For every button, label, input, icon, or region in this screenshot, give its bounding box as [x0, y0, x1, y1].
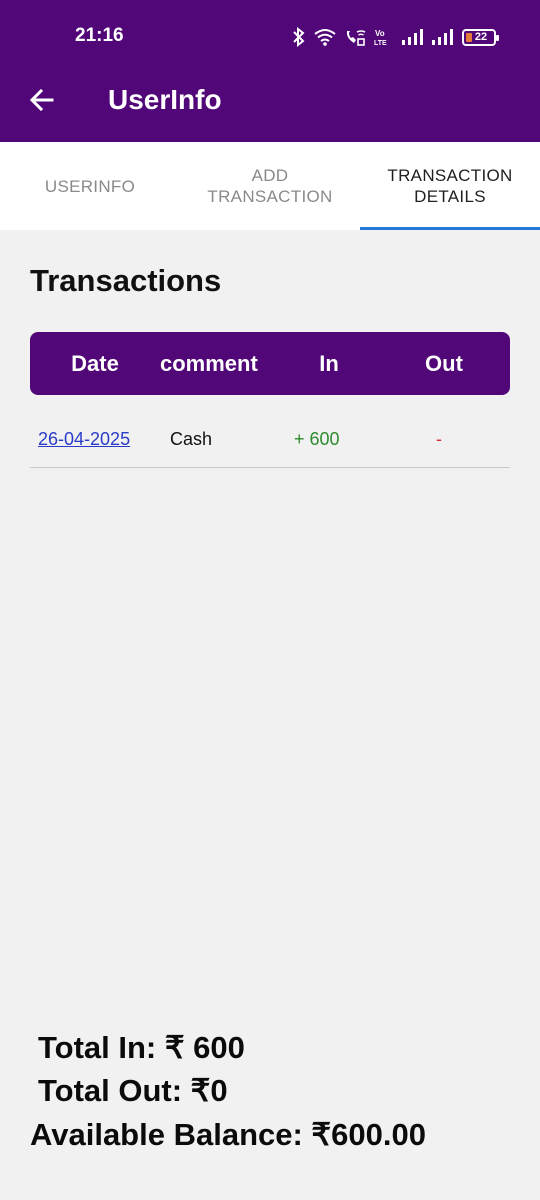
column-header-date: Date [71, 351, 119, 376]
wifi-icon [314, 29, 336, 46]
status-time: 21:16 [75, 25, 124, 46]
signal-icon [432, 29, 453, 45]
status-icons: Vo LTE 22 [292, 25, 499, 49]
arrow-left-icon [29, 88, 54, 112]
app-title: UserInfo [108, 84, 222, 115]
tab-userinfo[interactable]: USERINFO [0, 142, 180, 230]
tab-add-transaction[interactable]: ADD TRANSACTION [180, 142, 360, 230]
tab-transaction-details[interactable]: TRANSACTION DETAILS [360, 142, 540, 230]
column-header-out: Out [425, 351, 463, 376]
table-row: 26-04-2025 Cash + 600 - [30, 412, 510, 468]
transaction-date-link[interactable]: 26-04-2025 [38, 429, 130, 450]
tab-bar: USERINFO ADD TRANSACTION TRANSACTION DET… [0, 142, 540, 230]
table-header: Date comment In Out [30, 332, 510, 395]
battery-level: 22 [474, 31, 488, 43]
volte-icon: Vo LTE [374, 29, 387, 46]
transaction-in: + 600 [294, 429, 340, 449]
transaction-out: - [436, 429, 442, 449]
bluetooth-icon [293, 27, 305, 47]
svg-text:Vo: Vo [375, 29, 385, 38]
column-header-in: In [319, 351, 339, 376]
total-out: Total Out: ₹0 [38, 1073, 228, 1108]
svg-text:LTE: LTE [374, 40, 387, 46]
total-in: Total In: ₹ 600 [38, 1030, 245, 1065]
transaction-comment: Cash [170, 429, 213, 449]
app-bar: 21:16 Vo LTE 22 UserInfo [0, 0, 540, 142]
battery-icon: 22 [462, 28, 499, 46]
tab-label: USERINFO [44, 176, 136, 196]
tab-label: TRANSACTION DETAILS [387, 166, 513, 206]
available-balance: Available Balance: ₹600.00 [30, 1117, 426, 1152]
column-header-comment: comment [160, 351, 258, 376]
wifi-calling-icon [346, 30, 366, 46]
back-button[interactable] [22, 80, 62, 120]
section-title: Transactions [30, 263, 222, 298]
signal-icon [402, 29, 423, 45]
tab-label: ADD TRANSACTION [207, 166, 333, 206]
